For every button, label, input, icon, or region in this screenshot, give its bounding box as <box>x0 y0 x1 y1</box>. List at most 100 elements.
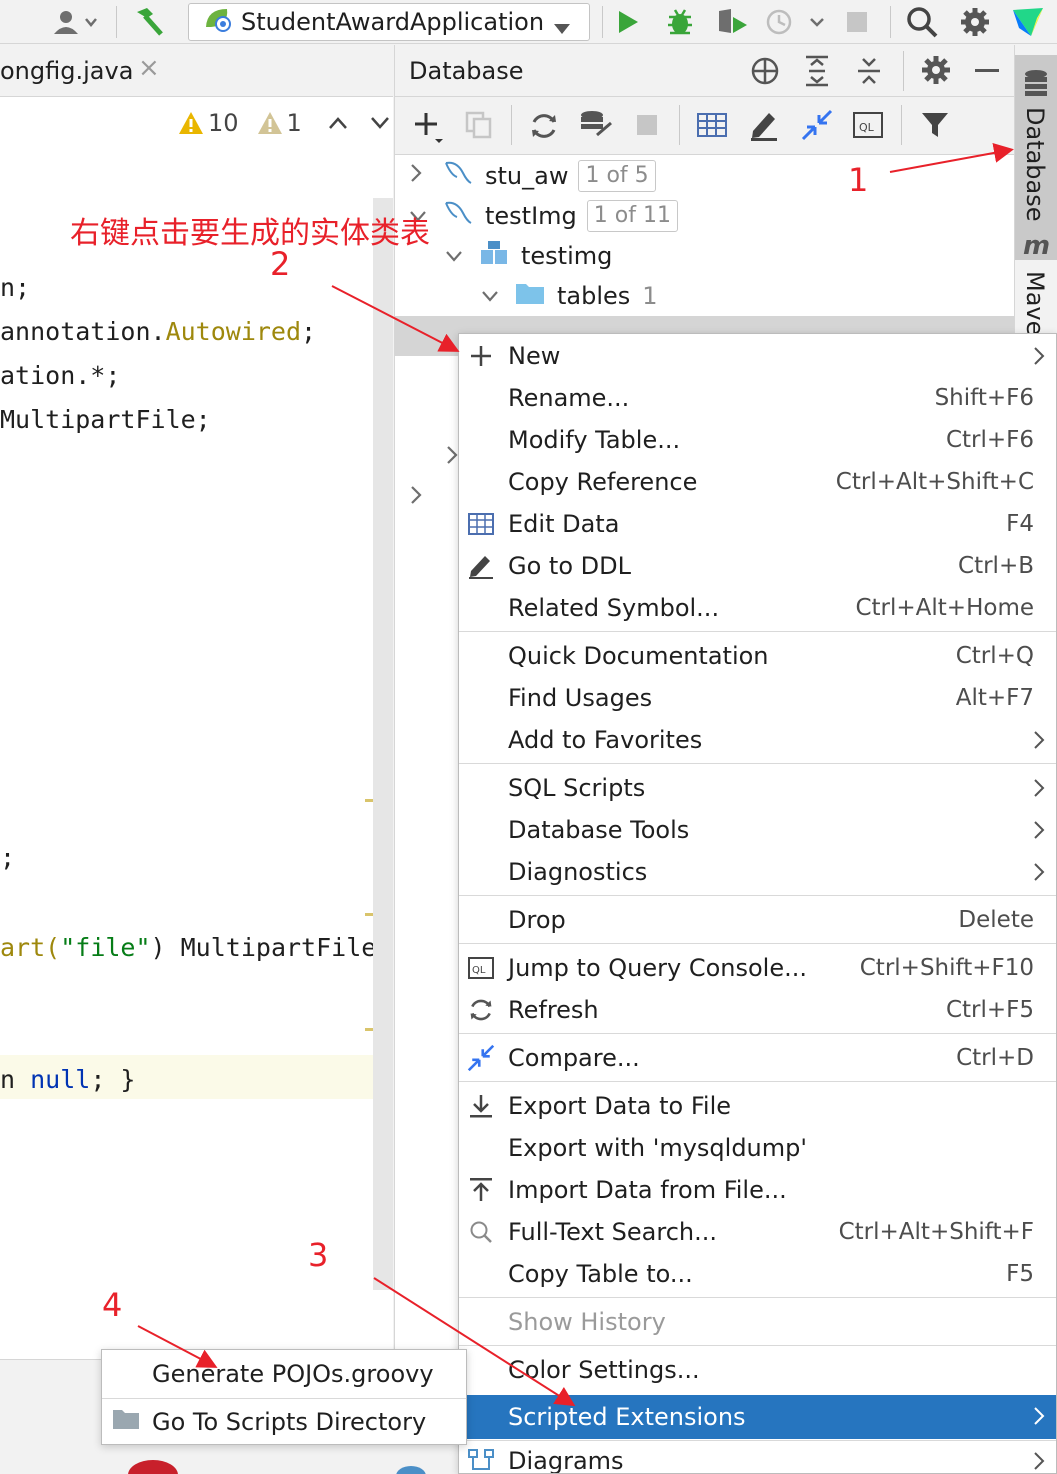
menu-item-go-to-ddl[interactable]: Go to DDL Ctrl+B <box>459 545 1056 587</box>
toolbox-icon[interactable] <box>1008 4 1048 40</box>
menu-item-rename[interactable]: Rename... Shift+F6 <box>459 377 1056 419</box>
folder-icon <box>112 1408 140 1436</box>
warning-icon <box>179 112 203 134</box>
refresh-icon[interactable] <box>529 111 559 147</box>
menu-item-copy-table-to[interactable]: Copy Table to... F5 <box>459 1253 1056 1295</box>
run-icon[interactable] <box>612 4 644 40</box>
edit-pencil-icon[interactable] <box>749 109 779 147</box>
maven-tool-tab[interactable]: Mave <box>1021 271 1049 335</box>
inspection-widget[interactable]: 10 1 <box>178 109 390 137</box>
scripted-extensions-submenu: Generate POJOs.groovy Go To Scripts Dire… <box>101 1349 467 1445</box>
menu-item-diagrams[interactable]: Diagrams <box>459 1440 1056 1473</box>
annotation-step-2: 2 <box>270 245 291 283</box>
compare-icon[interactable] <box>801 109 833 147</box>
menu-item-edit-data[interactable]: Edit Data F4 <box>459 503 1056 545</box>
submenu-arrow-icon <box>1034 731 1045 749</box>
add-icon[interactable] <box>413 111 445 151</box>
database-toolbar: QL <box>394 97 1014 155</box>
editor-scrollbar[interactable] <box>373 198 393 1290</box>
code-line: art("file") MultipartFile <box>0 933 377 962</box>
run-configuration-selector[interactable]: StudentAwardApplication <box>188 3 590 41</box>
build-hammer-icon[interactable] <box>128 4 168 40</box>
mysql-icon <box>443 159 473 193</box>
submenu-item-go-to-scripts-directory[interactable]: Go To Scripts Directory <box>102 1399 466 1445</box>
menu-item-database-tools[interactable]: Database Tools <box>459 809 1056 851</box>
query-console-icon[interactable]: QL <box>853 111 883 145</box>
settings-icon[interactable] <box>955 4 995 40</box>
submenu-arrow-icon <box>1034 779 1045 797</box>
diagram-icon <box>467 1447 495 1473</box>
menu-item-jump-to-query-console[interactable]: QL Jump to Query Console... Ctrl+Shift+F… <box>459 947 1056 989</box>
warning-count: 10 <box>208 109 239 137</box>
menu-item-scripted-extensions[interactable]: Scripted Extensions <box>459 1395 1056 1439</box>
annotation-step-4: 4 <box>102 1286 123 1324</box>
gear-icon[interactable] <box>921 55 951 91</box>
menu-item-find-usages[interactable]: Find Usages Alt+F7 <box>459 677 1056 719</box>
menu-item-compare[interactable]: Compare... Ctrl+D <box>459 1037 1056 1079</box>
database-panel-title: Database <box>409 57 524 85</box>
chevron-right-icon[interactable] <box>445 443 459 471</box>
submenu-arrow-icon <box>1034 1452 1045 1470</box>
minimize-icon[interactable] <box>975 69 999 72</box>
menu-item-drop[interactable]: Drop Delete <box>459 899 1056 941</box>
menu-item-import-data-from-file[interactable]: Import Data from File... <box>459 1169 1056 1211</box>
folder-icon <box>515 281 545 311</box>
chevron-down-icon[interactable] <box>481 284 503 309</box>
profile-icon[interactable] <box>760 4 830 40</box>
tree-node-testimg-schema[interactable]: testimg <box>445 236 612 276</box>
editor-tab-bar: ongfig.java × <box>0 45 393 97</box>
plus-icon <box>467 342 495 370</box>
locate-icon[interactable] <box>749 55 781 93</box>
chevron-up-icon <box>328 117 347 129</box>
query-console-icon: QL <box>467 954 495 982</box>
chevron-down-icon[interactable] <box>445 244 467 269</box>
search-icon <box>467 1218 495 1246</box>
search-icon[interactable] <box>902 4 942 40</box>
annotation-step-1: 1 <box>848 161 869 199</box>
editor-tab-label[interactable]: ongfig.java <box>0 57 133 85</box>
table-editor-icon[interactable] <box>697 111 727 145</box>
tree-node-tables[interactable]: tables 1 <box>481 276 658 316</box>
code-line: MultipartFile; <box>0 405 211 434</box>
tree-node-stu-aw[interactable]: stu_aw 1 of 5 <box>409 156 656 196</box>
submenu-item-generate-pojos[interactable]: Generate POJOs.groovy <box>102 1351 466 1397</box>
main-toolbar: StudentAwardApplication <box>0 0 1057 44</box>
collapse-all-icon[interactable] <box>855 55 883 93</box>
menu-item-refresh[interactable]: Refresh Ctrl+F5 <box>459 989 1056 1031</box>
debug-icon[interactable] <box>662 4 698 40</box>
chevron-right-icon[interactable] <box>409 483 423 511</box>
menu-item-related-symbol[interactable]: Related Symbol... Ctrl+Alt+Home <box>459 587 1056 629</box>
chevron-down-icon <box>553 14 571 42</box>
menu-item-new[interactable]: New <box>459 335 1056 377</box>
menu-item-color-settings[interactable]: Color Settings... <box>459 1349 1056 1391</box>
close-icon[interactable]: × <box>138 53 160 83</box>
app-icon <box>396 1466 426 1474</box>
compare-icon <box>467 1044 495 1072</box>
annotation-step-3: 3 <box>308 1236 329 1274</box>
menu-item-diagnostics[interactable]: Diagnostics <box>459 851 1056 893</box>
code-line: n null; } <box>0 1065 136 1094</box>
database-tool-tab[interactable]: Database <box>1015 55 1057 260</box>
chevron-right-icon[interactable] <box>409 163 431 189</box>
menu-item-add-to-favorites[interactable]: Add to Favorites <box>459 719 1056 761</box>
submenu-arrow-icon <box>1034 347 1045 365</box>
menu-item-modify-table[interactable]: Modify Table... Ctrl+F6 <box>459 419 1056 461</box>
menu-item-copy-reference[interactable]: Copy Reference Ctrl+Alt+Shift+C <box>459 461 1056 503</box>
filter-icon[interactable] <box>921 111 949 145</box>
menu-item-sql-scripts[interactable]: SQL Scripts <box>459 767 1056 809</box>
stop-icon <box>637 115 657 135</box>
tree-node-testimg-datasource[interactable]: testImg 1 of 11 <box>409 196 678 236</box>
menu-item-export-with-mysqldump[interactable]: Export with 'mysqldump' <box>459 1127 1056 1169</box>
code-editor[interactable]: 10 1 n; annotation.Autowired; ation.*; M… <box>0 97 393 1359</box>
expand-all-icon[interactable] <box>803 55 831 93</box>
stop-icon[interactable] <box>840 4 874 40</box>
coverage-icon[interactable] <box>712 4 752 40</box>
table-icon <box>467 510 495 538</box>
spring-boot-icon <box>203 5 233 39</box>
menu-item-export-data-to-file[interactable]: Export Data to File <box>459 1085 1056 1127</box>
code-line: ation.*; <box>0 361 121 390</box>
menu-item-full-text-search[interactable]: Full-Text Search... Ctrl+Alt+Shift+F <box>459 1211 1056 1253</box>
schema-sync-icon[interactable] <box>579 109 613 147</box>
menu-item-quick-documentation[interactable]: Quick Documentation Ctrl+Q <box>459 635 1056 677</box>
user-icon[interactable] <box>46 4 102 40</box>
